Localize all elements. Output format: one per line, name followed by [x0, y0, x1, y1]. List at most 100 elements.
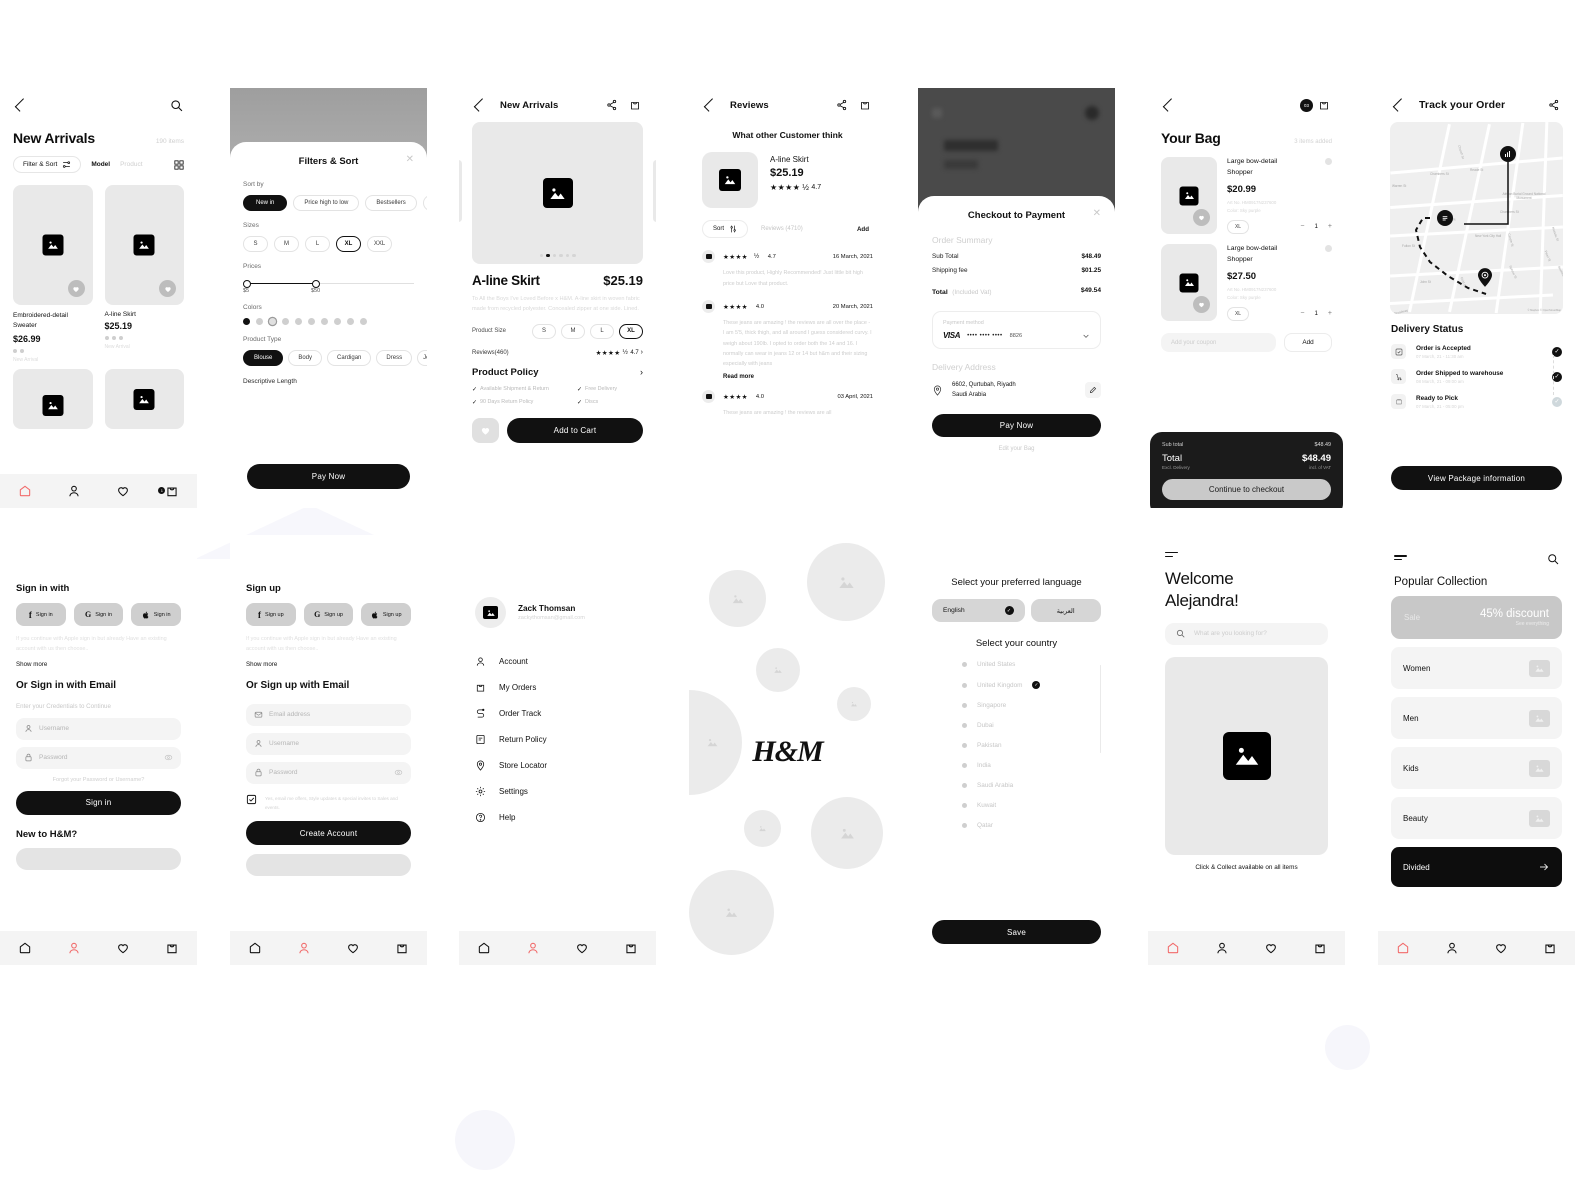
toggle-password-visibility-icon[interactable] [164, 753, 173, 762]
grid-view-icon[interactable] [174, 159, 184, 170]
nav-home-icon[interactable] [1396, 941, 1410, 955]
color-swatch[interactable] [321, 318, 328, 325]
create-account-button[interactable]: Create Account [246, 821, 411, 846]
bag-icon[interactable] [857, 97, 873, 113]
qty-decrease-button[interactable]: − [1300, 223, 1304, 230]
remove-item-button[interactable] [1325, 158, 1332, 165]
google-sign-up-button[interactable]: G Sign up [303, 603, 354, 626]
pay-now-button[interactable]: Pay Now [932, 414, 1101, 438]
destination-pin-icon[interactable] [1500, 146, 1516, 162]
type-option-cardigan[interactable]: Cardigan [327, 350, 372, 366]
product-image-carousel[interactable] [472, 122, 643, 264]
size-option-s[interactable]: S [243, 236, 268, 252]
carousel-dots[interactable] [539, 253, 576, 257]
country-option-dubai[interactable]: Dubai [962, 722, 1101, 729]
nav-bag-icon[interactable] [1543, 941, 1557, 955]
nav-home-icon[interactable] [1166, 941, 1180, 955]
price-min-handle[interactable] [243, 280, 251, 288]
username-field[interactable]: Username [246, 732, 411, 755]
scrollbar[interactable] [1099, 665, 1101, 753]
color-swatch[interactable] [256, 318, 263, 325]
search-icon[interactable] [1547, 553, 1559, 565]
create-account-button[interactable] [16, 847, 181, 870]
country-option-kuwait[interactable]: Kuwait [962, 802, 1101, 809]
product-thumbnail[interactable] [104, 368, 184, 429]
country-option-united-states[interactable]: United States [962, 661, 1101, 668]
edit-address-button[interactable] [1085, 382, 1101, 399]
color-swatch[interactable] [308, 318, 315, 325]
reviews-row[interactable]: Reviews(460) ★★★★ ½ 4.7 › [472, 349, 643, 357]
menu-item-settings[interactable]: Settings [475, 786, 640, 797]
sort-option-more[interactable]: Pr [422, 195, 427, 211]
country-option-saudi-arabia[interactable]: Saudi Arabia [962, 782, 1101, 789]
search-input[interactable]: What are you looking for? [1165, 622, 1328, 645]
nav-favorites-icon[interactable] [1494, 941, 1508, 955]
add-review-button[interactable]: Add [857, 226, 869, 233]
bag-item-size[interactable]: XL [1227, 219, 1249, 234]
nav-bag-icon[interactable] [1313, 941, 1327, 955]
share-icon[interactable] [1546, 97, 1562, 113]
favorite-button[interactable] [1193, 296, 1210, 313]
color-swatch[interactable] [347, 318, 354, 325]
product-card[interactable]: Embroidered-detail Sweater $26.99 New Ar… [13, 185, 93, 363]
size-option-l[interactable]: L [590, 323, 614, 339]
nav-account-icon[interactable] [1445, 941, 1459, 955]
password-field[interactable]: Password [16, 746, 181, 769]
secondary-button[interactable] [246, 854, 411, 877]
password-field[interactable]: Password [246, 761, 411, 784]
color-swatch-black[interactable] [243, 318, 250, 325]
color-swatch[interactable] [282, 318, 289, 325]
edit-bag-link[interactable]: Edit your Bag [932, 446, 1101, 452]
tab-product[interactable]: Product [120, 161, 142, 168]
menu-icon[interactable] [1165, 552, 1328, 558]
bag-item-size[interactable]: XL [1227, 306, 1249, 321]
nav-favorites-icon[interactable] [116, 484, 130, 498]
nav-account-icon[interactable] [297, 941, 311, 955]
filter-sort-button[interactable]: Filter & Sort [13, 156, 82, 173]
product-policy-row[interactable]: Product Policy › [472, 367, 643, 378]
size-option-s[interactable]: S [532, 323, 556, 339]
qty-decrease-button[interactable]: − [1300, 310, 1304, 317]
search-icon[interactable] [168, 97, 184, 113]
tab-model[interactable]: Model [91, 161, 110, 168]
nav-bag-icon[interactable] [395, 941, 409, 955]
nav-home-icon[interactable] [18, 941, 32, 955]
show-more-link[interactable]: Show more [16, 661, 181, 668]
type-option-body[interactable]: Body [288, 350, 323, 366]
payment-method-card[interactable]: Payment method VISA •••• •••• •••• 8826 [932, 311, 1101, 349]
email-field[interactable]: Email address [246, 703, 411, 726]
country-option-united-kingdom[interactable]: United Kingdom ✓ [962, 681, 1101, 689]
courier-pin-icon[interactable] [1437, 210, 1453, 226]
sort-reviews-button[interactable]: Sort [702, 220, 749, 238]
product-thumbnail[interactable] [13, 368, 93, 429]
avatar[interactable] [475, 597, 506, 628]
color-swatch[interactable] [360, 318, 367, 325]
close-icon[interactable]: ✕ [1093, 208, 1101, 219]
close-icon[interactable]: ✕ [406, 154, 414, 165]
facebook-sign-in-button[interactable]: f Sign in [16, 603, 66, 626]
nav-bag-icon[interactable] [165, 941, 179, 955]
favorite-button[interactable] [1193, 209, 1210, 226]
size-option-xl[interactable]: XL [336, 236, 361, 252]
promo-banner[interactable]: Sale 45% discount See everything [1391, 596, 1562, 639]
back-icon[interactable] [1161, 97, 1177, 113]
apple-sign-up-button[interactable]: Sign up [361, 603, 412, 626]
category-row-men[interactable]: Men [1391, 697, 1562, 739]
category-row-divided[interactable]: Divided [1391, 847, 1562, 887]
pay-now-button[interactable]: Pay Now [247, 464, 410, 489]
size-option-xl[interactable]: XL [619, 323, 643, 339]
favorite-button[interactable] [159, 280, 176, 297]
menu-icon[interactable] [1394, 555, 1407, 563]
toggle-password-visibility-icon[interactable] [394, 768, 403, 777]
forgot-password-link[interactable]: Forgot your Password or Username? [16, 777, 181, 783]
country-option-pakistan[interactable]: Pakistan [962, 742, 1101, 749]
language-option-english[interactable]: English ✓ [932, 599, 1025, 622]
sort-option-price-high-low[interactable]: Price high to low [293, 195, 360, 211]
nav-home-icon[interactable] [477, 941, 491, 955]
type-option-dress[interactable]: Dress [376, 350, 413, 366]
apply-coupon-button[interactable]: Add [1284, 333, 1332, 352]
country-option-qatar[interactable]: Qatar [962, 822, 1101, 829]
origin-pin-icon[interactable] [1478, 268, 1492, 287]
back-icon[interactable] [1391, 97, 1407, 113]
favorite-button[interactable] [472, 417, 499, 443]
